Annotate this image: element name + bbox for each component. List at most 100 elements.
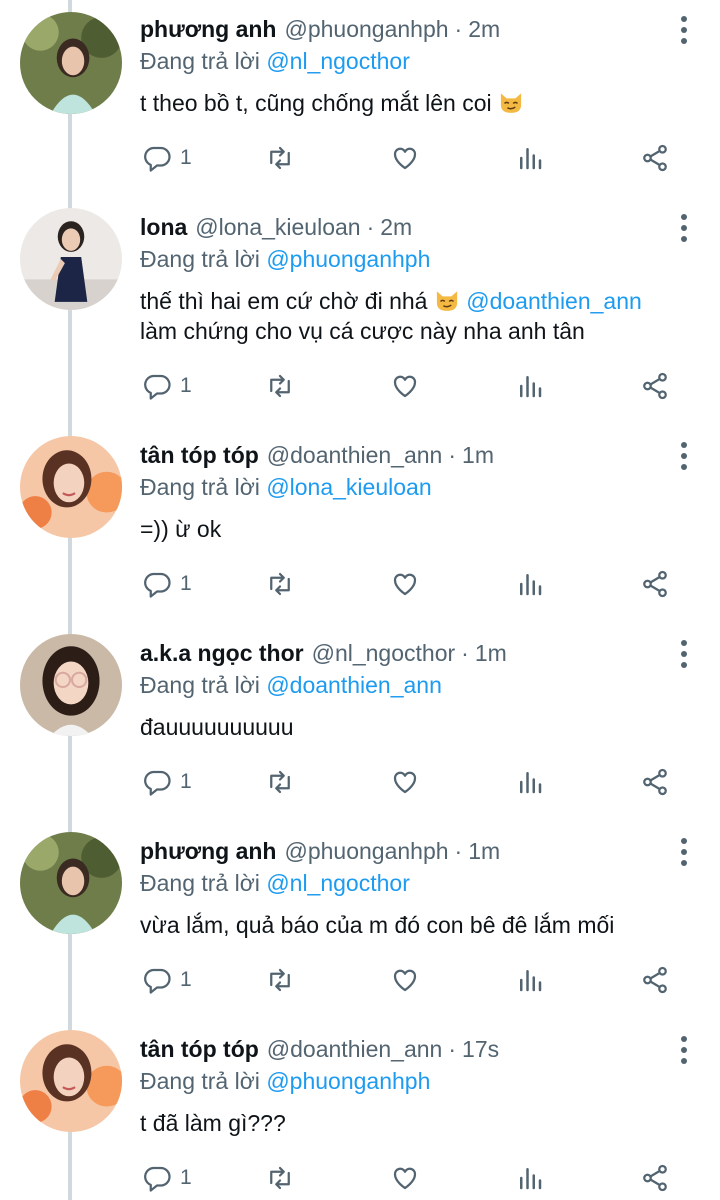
reply-icon [144, 770, 171, 796]
author-handle[interactable]: @doanthien_ann [267, 442, 443, 468]
reply-button[interactable]: 1 [142, 960, 192, 1000]
author-handle[interactable]: @phuonganhph [284, 838, 448, 864]
tweet-header: lona @lona_kieuloan · 2m [140, 212, 660, 242]
share-button[interactable] [640, 762, 670, 802]
share-button[interactable] [640, 1158, 670, 1198]
share-button[interactable] [640, 366, 670, 406]
reply-count: 1 [180, 572, 192, 595]
tweet-text-line: đauuuuuuuuuu [140, 714, 294, 740]
more-icon[interactable] [678, 838, 690, 866]
author-name[interactable]: phương anh [140, 838, 276, 864]
replying-to: Đang trả lời @doanthien_ann [140, 670, 442, 700]
author-handle[interactable]: @nl_ngocthor [312, 640, 456, 666]
more-icon[interactable] [678, 1036, 690, 1064]
tweet[interactable]: tân tóp tóp @doanthien_ann · 1m Đang trả lờ… [0, 426, 720, 624]
tweet[interactable]: phương anh @phuonganhph · 1m Đang trả lời @… [0, 822, 720, 1020]
like-button[interactable] [390, 366, 420, 406]
views-button[interactable] [515, 138, 545, 178]
replying-to-mention[interactable]: @nl_ngocthor [266, 870, 410, 896]
author-name[interactable]: lona [140, 214, 187, 240]
author-handle[interactable]: @lona_kieuloan [195, 214, 360, 240]
replying-to-mention[interactable]: @lona_kieuloan [266, 474, 431, 500]
avatar-image-icon [20, 12, 122, 114]
tweet-time[interactable]: 2m [468, 16, 500, 42]
tweet-text: t theo bồ t, cũng chống mắt lên coi [140, 88, 690, 118]
avatar[interactable] [20, 634, 122, 736]
author-name[interactable]: tân tóp tóp [140, 1036, 259, 1062]
like-button[interactable] [390, 960, 420, 1000]
retweet-button[interactable] [265, 1158, 295, 1198]
views-button[interactable] [515, 366, 545, 406]
reply-button[interactable]: 1 [142, 366, 192, 406]
avatar[interactable] [20, 1030, 122, 1132]
like-button[interactable] [390, 762, 420, 802]
share-button[interactable] [640, 564, 670, 604]
author-handle[interactable]: @doanthien_ann [267, 1036, 443, 1062]
tweet-time[interactable]: 2m [380, 214, 412, 240]
tweet-header: phương anh @phuonganhph · 1m [140, 836, 660, 866]
tweet-time[interactable]: 1m [475, 640, 507, 666]
author-name[interactable]: a.k.a ngọc thor [140, 640, 304, 666]
views-icon [520, 376, 542, 398]
separator-dot: · [366, 214, 375, 240]
tweet-time[interactable]: 17s [462, 1036, 499, 1062]
replying-to-label: Đang trả lời [140, 1068, 260, 1094]
like-button[interactable] [390, 1158, 420, 1198]
reply-button[interactable]: 1 [142, 1158, 192, 1198]
more-icon[interactable] [678, 16, 690, 44]
retweet-button[interactable] [265, 138, 295, 178]
reply-button[interactable]: 1 [142, 762, 192, 802]
share-button[interactable] [640, 960, 670, 1000]
views-button[interactable] [515, 762, 545, 802]
author-name[interactable]: tân tóp tóp [140, 442, 259, 468]
replying-to: Đang trả lời @phuonganhph [140, 1066, 430, 1096]
replying-to-mention[interactable]: @doanthien_ann [266, 672, 442, 698]
reply-icon [144, 146, 171, 172]
replying-to-mention[interactable]: @nl_ngocthor [266, 48, 410, 74]
tweet-time[interactable]: 1m [462, 442, 494, 468]
retweet-button[interactable] [265, 564, 295, 604]
share-button[interactable] [640, 138, 670, 178]
more-icon[interactable] [678, 442, 690, 470]
replying-to-mention[interactable]: @phuonganhph [266, 246, 430, 272]
author-name[interactable]: phương anh [140, 16, 276, 42]
more-icon[interactable] [678, 214, 690, 242]
tweet-text: thế thì hai em cứ chờ đi nhá @doanthien_… [140, 286, 690, 346]
text-mention[interactable]: @doanthien_ann [466, 288, 642, 314]
retweet-icon [270, 572, 290, 596]
more-icon[interactable] [678, 640, 690, 668]
separator-dot: · [454, 16, 463, 42]
retweet-button[interactable] [265, 366, 295, 406]
smirking-cat-emoji-icon [436, 291, 457, 311]
avatar[interactable] [20, 12, 122, 114]
views-icon [520, 1168, 542, 1190]
avatar[interactable] [20, 832, 122, 934]
avatar[interactable] [20, 208, 122, 310]
views-button[interactable] [515, 960, 545, 1000]
tweet-text: vừa lắm, quả báo của m đó con bê đê lắm … [140, 910, 690, 940]
author-handle[interactable]: @phuonganhph [284, 16, 448, 42]
tweet[interactable]: phương anh @phuonganhph · 2m Đang trả lời @… [0, 0, 720, 198]
tweet-actions: 1 [0, 366, 720, 406]
views-button[interactable] [515, 1158, 545, 1198]
retweet-button[interactable] [265, 762, 295, 802]
tweet-text: =)) ừ ok [140, 514, 690, 544]
replying-to: Đang trả lời @lona_kieuloan [140, 472, 432, 502]
views-button[interactable] [515, 564, 545, 604]
tweet[interactable]: lona @lona_kieuloan · 2m Đang trả lời @phuo… [0, 198, 720, 400]
tweet[interactable]: a.k.a ngọc thor @nl_ngocthor · 1m Đang trả … [0, 624, 720, 822]
retweet-icon [270, 374, 290, 398]
avatar[interactable] [20, 436, 122, 538]
tweet[interactable]: tân tóp tóp @doanthien_ann · 17s Đang trả l… [0, 1020, 720, 1200]
separator-dot: · [448, 1036, 457, 1062]
like-button[interactable] [390, 138, 420, 178]
tweet-text-line: t đã làm gì??? [140, 1110, 286, 1136]
reply-button[interactable]: 1 [142, 564, 192, 604]
separator-dot: · [448, 442, 457, 468]
like-button[interactable] [390, 564, 420, 604]
views-icon [520, 574, 542, 596]
tweet-time[interactable]: 1m [468, 838, 500, 864]
replying-to-mention[interactable]: @phuonganhph [266, 1068, 430, 1094]
retweet-button[interactable] [265, 960, 295, 1000]
reply-button[interactable]: 1 [142, 138, 192, 178]
